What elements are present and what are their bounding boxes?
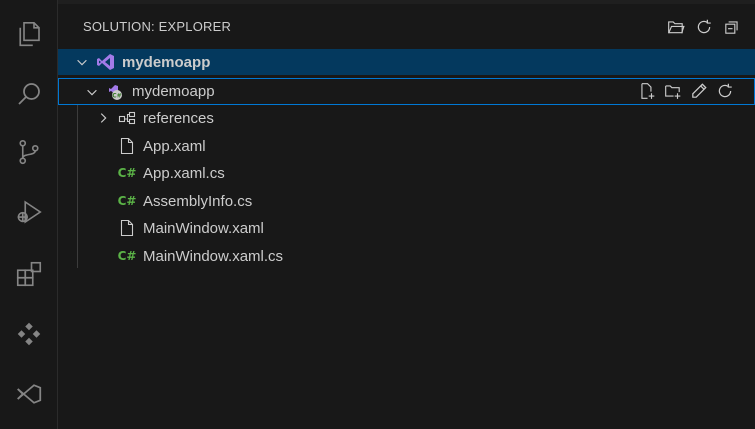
header-actions: [665, 16, 743, 38]
references-icon: [117, 108, 137, 128]
activity-bar: [0, 0, 58, 429]
tree-row-mainwindow-xaml-cs[interactable]: C# MainWindow.xaml.cs: [58, 243, 755, 269]
tree-row-app-xaml[interactable]: App.xaml: [58, 133, 755, 159]
visual-studio-icon[interactable]: [0, 370, 57, 418]
tree-item-label: App.xaml.cs: [143, 164, 225, 182]
extensions-icon[interactable]: [0, 250, 57, 298]
panel-title: SOLUTION: EXPLORER: [83, 19, 232, 34]
new-file-icon[interactable]: [636, 80, 658, 102]
search-icon[interactable]: [0, 70, 57, 118]
file-icon: [117, 136, 137, 156]
tree-item-label: AssemblyInfo.cs: [143, 192, 253, 210]
csharp-file-icon: C#: [117, 194, 137, 208]
tree-item-label: App.xaml: [143, 137, 206, 155]
panel-header: SOLUTION: EXPLORER: [58, 10, 755, 44]
csharp-file-icon: C#: [117, 249, 137, 263]
csharp-file-icon: C#: [117, 166, 137, 180]
explorer-icon[interactable]: [0, 10, 57, 58]
solution-explorer-panel: SOLUTION: EXPLORER mydemoapp C# mydemoap…: [58, 0, 755, 429]
new-folder-icon[interactable]: [662, 80, 684, 102]
panel-top-border: [58, 0, 755, 4]
chevron-down-icon[interactable]: [84, 84, 100, 100]
tree-row-app-xaml-cs[interactable]: C# App.xaml.cs: [58, 160, 755, 186]
svg-text:C#: C#: [112, 92, 121, 99]
refresh-icon[interactable]: [714, 80, 736, 102]
open-folder-icon[interactable]: [665, 16, 687, 38]
tree-item-label: references: [143, 109, 214, 127]
tree-row-references[interactable]: references: [58, 105, 755, 131]
rename-icon[interactable]: [688, 80, 710, 102]
source-control-icon[interactable]: [0, 128, 57, 176]
tree-item-label: MainWindow.xaml.cs: [143, 247, 284, 265]
chevron-right-icon[interactable]: [95, 110, 111, 126]
tree-row-project[interactable]: C# mydemoapp: [58, 78, 755, 105]
collapse-all-icon[interactable]: [721, 16, 743, 38]
tree-row-assemblyinfo-cs[interactable]: C# AssemblyInfo.cs: [58, 188, 755, 214]
tree-item-label: MainWindow.xaml: [143, 219, 264, 237]
tree-row-solution[interactable]: mydemoapp: [58, 49, 755, 75]
run-debug-icon[interactable]: [0, 188, 57, 236]
project-label: mydemoapp: [132, 83, 215, 100]
tree-row-mainwindow-xaml[interactable]: MainWindow.xaml: [58, 215, 755, 241]
refresh-icon[interactable]: [693, 16, 715, 38]
visual-studio-icon: [96, 52, 116, 72]
project-actions: [636, 80, 736, 102]
file-icon: [117, 218, 137, 238]
solution-label: mydemoapp: [122, 53, 211, 71]
chevron-down-icon[interactable]: [74, 54, 90, 70]
copilot-icon[interactable]: [0, 310, 57, 358]
csharp-project-icon: C#: [106, 82, 126, 102]
